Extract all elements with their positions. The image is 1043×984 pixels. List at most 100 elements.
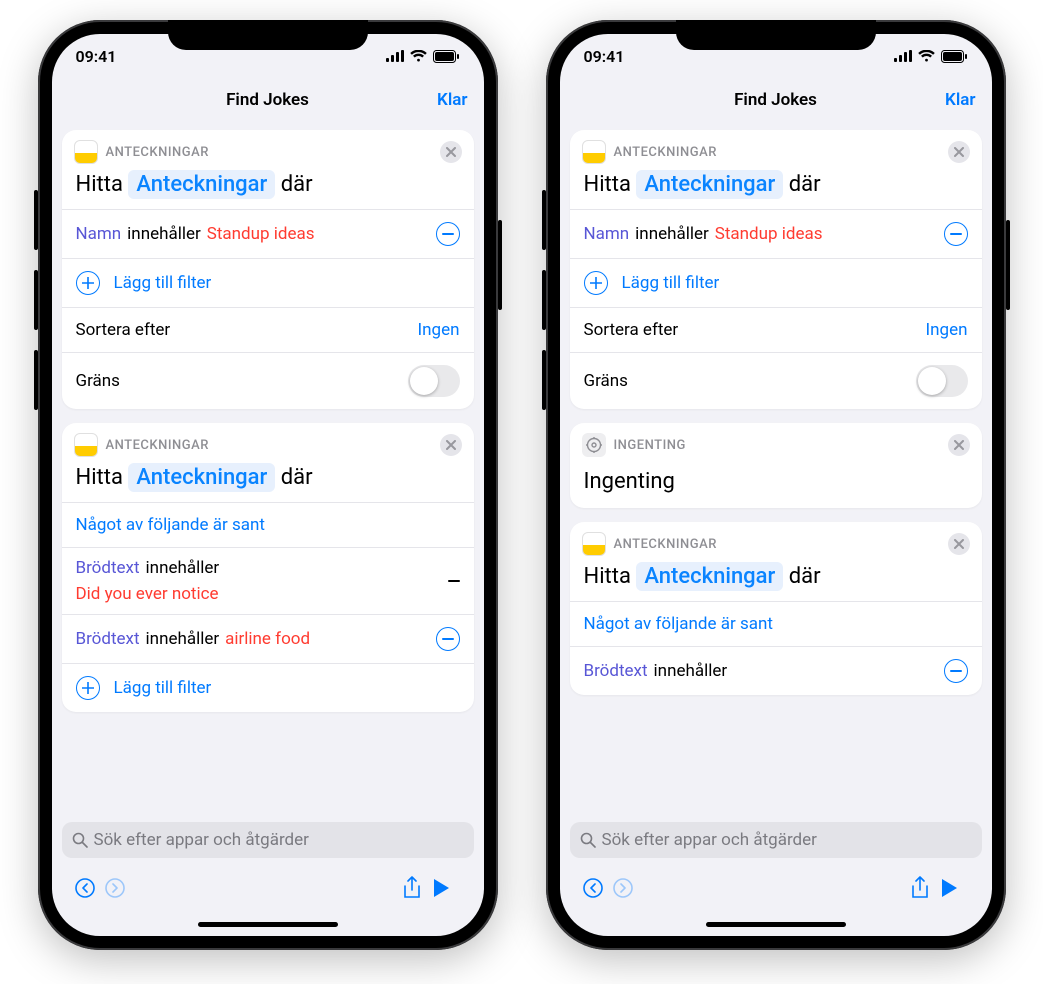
limit-toggle[interactable]	[916, 365, 968, 397]
content-scroll[interactable]: ANTECKNINGAR Hitta Anteckningar där Namn…	[52, 122, 484, 816]
play-icon	[940, 878, 958, 898]
any-condition-button[interactable]: Något av följande är sant	[570, 602, 982, 646]
action-card-find-notes-1: ANTECKNINGAR Hitta Anteckningar där Namn…	[62, 130, 474, 409]
search-icon	[580, 832, 596, 848]
filter-value[interactable]: airline food	[225, 629, 310, 649]
filter-operator[interactable]: innehåller	[635, 224, 709, 244]
remove-action-button[interactable]	[440, 141, 462, 163]
redo-button[interactable]	[612, 877, 642, 899]
undo-button[interactable]	[74, 877, 104, 899]
redo-button[interactable]	[104, 877, 134, 899]
remove-filter-button[interactable]	[448, 580, 460, 582]
filter-operator[interactable]: innehåller	[127, 224, 201, 244]
action-app-label: ANTECKNINGAR	[106, 145, 209, 160]
add-filter-label: Lägg till filter	[114, 678, 212, 698]
filter-row[interactable]: Brödtext innehåller	[570, 647, 982, 695]
remove-filter-button[interactable]	[436, 627, 460, 651]
filter-operator[interactable]: innehåller	[146, 558, 220, 578]
action-body: Ingenting	[570, 461, 982, 508]
undo-button[interactable]	[582, 877, 612, 899]
filter-field[interactable]: Brödtext	[76, 629, 140, 649]
share-button[interactable]	[910, 876, 940, 900]
filter-row[interactable]: Namn innehåller Standup ideas	[62, 210, 474, 258]
run-button[interactable]	[432, 878, 462, 898]
action-title: Hitta Anteckningar där	[62, 168, 474, 209]
action-title: Hitta Anteckningar där	[570, 560, 982, 601]
done-button[interactable]: Klar	[437, 90, 467, 110]
search-area: Sök efter appar och åtgärder	[560, 816, 992, 864]
remove-filter-button[interactable]	[944, 222, 968, 246]
sort-row[interactable]: Sortera efter Ingen	[570, 308, 982, 352]
action-prefix: Hitta	[76, 172, 123, 197]
filter-row[interactable]: Brödtext innehåller Did you ever notice	[62, 548, 474, 614]
filter-operator[interactable]: innehåller	[654, 661, 728, 681]
action-prefix: Hitta	[76, 465, 123, 490]
status-icons	[894, 50, 968, 63]
filter-operator[interactable]: innehåller	[146, 629, 220, 649]
status-time: 09:41	[584, 47, 625, 66]
filter-field[interactable]: Namn	[584, 224, 630, 244]
action-app-label: INGENTING	[614, 438, 686, 453]
share-icon	[402, 876, 422, 900]
search-input[interactable]: Sök efter appar och åtgärder	[570, 822, 982, 858]
status-time: 09:41	[76, 47, 117, 66]
phone-left: 09:41 Find Jokes Klar ANTECKNINGAR	[38, 20, 498, 950]
limit-label: Gräns	[584, 371, 628, 391]
remove-action-button[interactable]	[948, 434, 970, 456]
add-filter-button[interactable]: Lägg till filter	[62, 259, 474, 307]
home-indicator[interactable]	[560, 912, 992, 936]
sort-value[interactable]: Ingen	[926, 320, 968, 340]
remove-action-button[interactable]	[948, 533, 970, 555]
filter-value[interactable]: Standup ideas	[715, 224, 823, 244]
remove-action-button[interactable]	[440, 434, 462, 456]
sort-label: Sortera efter	[584, 320, 679, 340]
filter-row[interactable]: Namn innehåller Standup ideas	[570, 210, 982, 258]
filter-field[interactable]: Brödtext	[584, 661, 648, 681]
filter-field[interactable]: Brödtext	[76, 558, 140, 578]
home-indicator[interactable]	[52, 912, 484, 936]
action-app-label: ANTECKNINGAR	[106, 438, 209, 453]
sort-value[interactable]: Ingen	[418, 320, 460, 340]
notes-app-icon	[74, 140, 98, 164]
action-entity-token[interactable]: Anteckningar	[128, 463, 275, 492]
filter-value[interactable]: Did you ever notice	[76, 584, 460, 604]
wifi-icon	[410, 50, 427, 62]
action-entity-token[interactable]: Anteckningar	[636, 562, 783, 591]
search-input[interactable]: Sök efter appar och åtgärder	[62, 822, 474, 858]
add-filter-button[interactable]: Lägg till filter	[62, 664, 474, 712]
screen: 09:41 Find Jokes Klar ANTECKNINGAR	[560, 34, 992, 936]
filter-row[interactable]: Brödtext innehåller airline food	[62, 615, 474, 663]
plus-icon	[76, 271, 100, 295]
screen: 09:41 Find Jokes Klar ANTECKNINGAR	[52, 34, 484, 936]
filter-field[interactable]: Namn	[76, 224, 122, 244]
signal-icon	[386, 50, 404, 62]
action-entity-token[interactable]: Anteckningar	[636, 170, 783, 199]
search-icon	[72, 832, 88, 848]
minus-icon	[950, 233, 962, 235]
minus-icon	[442, 638, 454, 640]
share-button[interactable]	[402, 876, 432, 900]
content-scroll[interactable]: ANTECKNINGAR Hitta Anteckningar där Namn…	[560, 122, 992, 816]
filter-value[interactable]: Standup ideas	[207, 224, 315, 244]
sort-row[interactable]: Sortera efter Ingen	[62, 308, 474, 352]
toolbar	[560, 864, 992, 912]
action-suffix: där	[281, 465, 313, 490]
remove-filter-button[interactable]	[944, 659, 968, 683]
limit-row: Gräns	[62, 353, 474, 409]
minus-icon	[448, 580, 460, 582]
plus-icon	[76, 676, 100, 700]
notes-app-icon	[74, 433, 98, 457]
action-entity-token[interactable]: Anteckningar	[128, 170, 275, 199]
play-icon	[432, 878, 450, 898]
status-icons	[386, 50, 460, 63]
run-button[interactable]	[940, 878, 970, 898]
toolbar	[52, 864, 484, 912]
any-condition-button[interactable]: Något av följande är sant	[62, 503, 474, 547]
limit-toggle[interactable]	[408, 365, 460, 397]
remove-filter-button[interactable]	[436, 222, 460, 246]
done-button[interactable]: Klar	[945, 90, 975, 110]
minus-icon	[950, 670, 962, 672]
add-filter-button[interactable]: Lägg till filter	[570, 259, 982, 307]
phone-right: 09:41 Find Jokes Klar ANTECKNINGAR	[546, 20, 1006, 950]
remove-action-button[interactable]	[948, 141, 970, 163]
